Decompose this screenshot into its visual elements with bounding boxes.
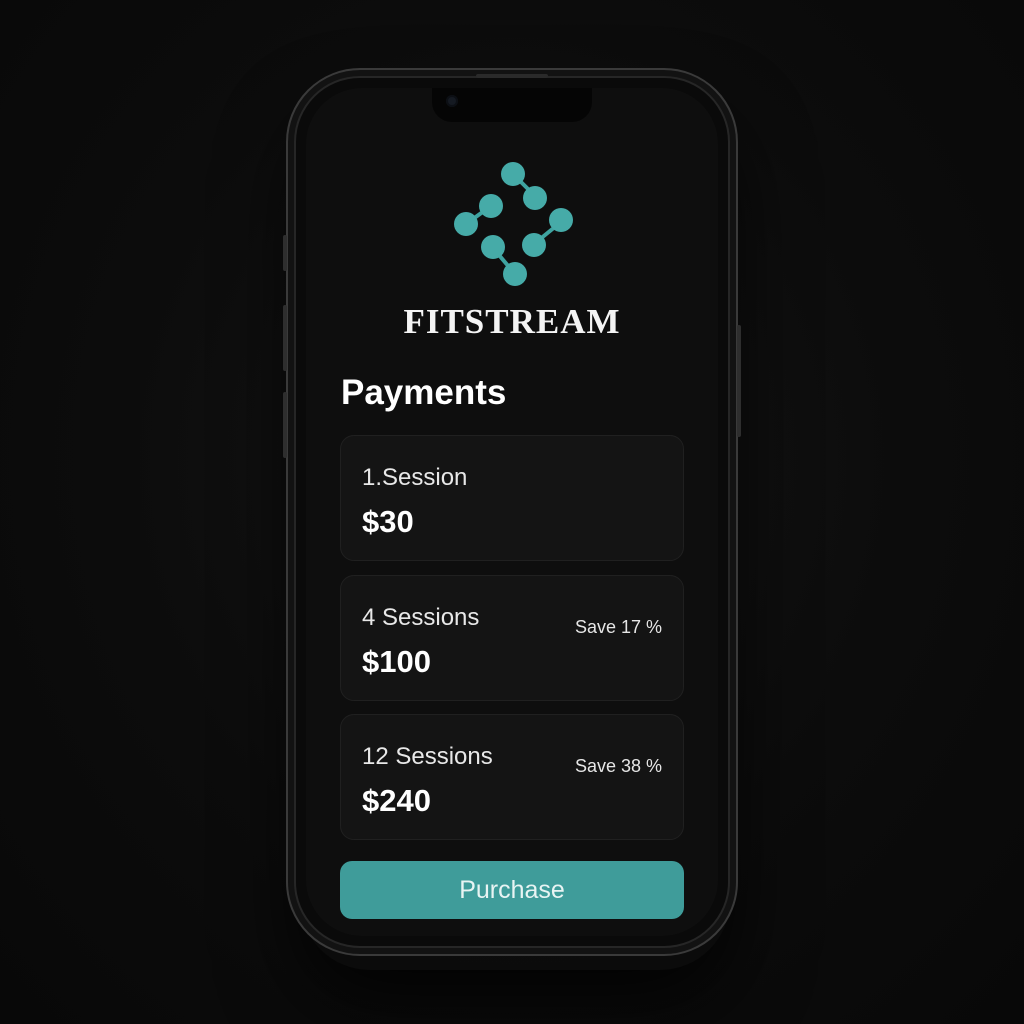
purchase-button[interactable]: Purchase [340, 861, 684, 919]
logo-dot [549, 208, 573, 232]
front-camera [446, 95, 458, 107]
logo-dot [503, 262, 527, 286]
savings-label: Save 17 % [574, 617, 662, 637]
side-button-volume-up [283, 305, 287, 371]
logo-dot [479, 194, 503, 218]
phone-screen: FITSTREAM Payments 1.Session $30 4 Sessi… [306, 88, 718, 936]
logo-dot [523, 186, 547, 210]
logo-dot [522, 233, 546, 257]
logo-dot [454, 212, 478, 236]
molecule-dots-icon [454, 162, 573, 286]
brand-name: FITSTREAM [403, 302, 621, 341]
side-button-volume-down [283, 392, 287, 458]
logo-dot [501, 162, 525, 186]
plan-card-4-sessions[interactable]: 4 Sessions Save 17 % $100 [340, 575, 684, 701]
side-button-mute [283, 235, 287, 271]
plan-name: 12 Sessions [362, 743, 493, 770]
plan-price: $240 [362, 783, 431, 818]
logo-dot [481, 235, 505, 259]
plan-card-12-sessions[interactable]: 12 Sessions Save 38 % $240 [340, 714, 684, 840]
page-title: Payments [341, 373, 507, 412]
plan-price: $100 [362, 644, 431, 679]
savings-label: Save 38 % [574, 756, 662, 776]
plan-card-1-session[interactable]: 1.Session $30 [340, 435, 684, 561]
plan-name: 1.Session [362, 464, 468, 491]
plan-name: 4 Sessions [362, 604, 480, 631]
notch [432, 88, 592, 122]
side-button-power [737, 325, 741, 437]
plan-price: $30 [362, 504, 414, 539]
top-speaker [476, 74, 548, 78]
